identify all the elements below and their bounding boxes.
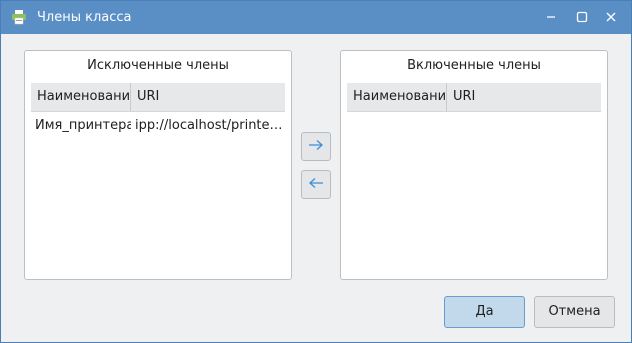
table-row[interactable]: Имя_принтера ipp://localhost/printers... bbox=[31, 112, 285, 140]
column-header-uri[interactable]: URI bbox=[131, 83, 285, 111]
column-header-uri[interactable]: URI bbox=[447, 83, 601, 111]
arrow-left-icon bbox=[308, 177, 324, 193]
window-title: Члены класса bbox=[37, 10, 132, 25]
column-header-name[interactable]: Наименовани bbox=[347, 83, 447, 111]
close-icon[interactable] bbox=[603, 9, 619, 25]
move-to-included-button[interactable] bbox=[301, 132, 331, 161]
included-members-panel: Включенные члены Наименовани URI bbox=[340, 50, 608, 280]
arrow-right-icon bbox=[308, 139, 324, 155]
cancel-button[interactable]: Отмена bbox=[534, 296, 615, 328]
table-header: Наименовани URI bbox=[31, 83, 285, 112]
excluded-members-panel: Исключенные члены Наименовани URI Имя_пр… bbox=[24, 50, 292, 280]
move-to-excluded-button[interactable] bbox=[301, 170, 331, 199]
minimize-icon[interactable] bbox=[543, 9, 559, 25]
included-members-table: Наименовани URI bbox=[347, 83, 601, 273]
table-header: Наименовани URI bbox=[347, 83, 601, 112]
printer-icon bbox=[11, 9, 27, 25]
excluded-members-table: Наименовани URI Имя_принтера ipp://local… bbox=[31, 83, 285, 273]
column-header-name[interactable]: Наименовани bbox=[31, 83, 131, 111]
included-members-title: Включенные члены bbox=[407, 58, 541, 73]
ok-button[interactable]: Да bbox=[444, 296, 525, 328]
cell-printer-name: Имя_принтера bbox=[35, 118, 131, 133]
maximize-icon[interactable] bbox=[574, 9, 590, 25]
excluded-members-title: Исключенные члены bbox=[87, 58, 229, 73]
cell-printer-uri: ipp://localhost/printers... bbox=[135, 118, 285, 133]
title-bar[interactable]: Члены класса bbox=[1, 1, 631, 34]
dialog-window: Члены класса Исключенные члены Наименова… bbox=[0, 0, 632, 343]
